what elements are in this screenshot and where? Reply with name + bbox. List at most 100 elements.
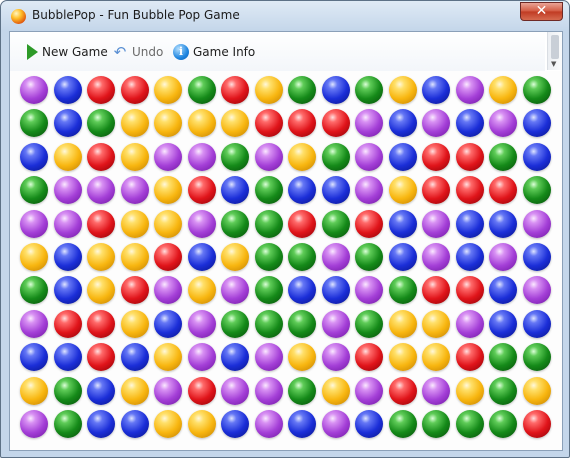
red-bubble[interactable] [288, 109, 316, 138]
purple-bubble[interactable] [53, 209, 82, 238]
blue-bubble[interactable] [455, 109, 484, 138]
purple-bubble[interactable] [187, 309, 216, 338]
yellow-bubble[interactable] [388, 176, 417, 205]
green-bubble[interactable] [254, 176, 283, 205]
purple-bubble[interactable] [254, 376, 283, 405]
blue-bubble[interactable] [20, 343, 48, 372]
blue-bubble[interactable] [388, 109, 417, 138]
blue-bubble[interactable] [522, 243, 551, 271]
blue-bubble[interactable] [120, 343, 149, 372]
purple-bubble[interactable] [20, 309, 48, 338]
red-bubble[interactable] [87, 309, 115, 338]
blue-bubble[interactable] [288, 276, 316, 305]
green-bubble[interactable] [388, 276, 417, 305]
purple-bubble[interactable] [422, 209, 450, 238]
title-bar[interactable]: BubblePop - Fun Bubble Pop Game ✕ [1, 1, 569, 31]
blue-bubble[interactable] [522, 142, 551, 171]
red-bubble[interactable] [154, 243, 182, 271]
red-bubble[interactable] [120, 276, 149, 305]
green-bubble[interactable] [321, 209, 350, 238]
blue-bubble[interactable] [522, 109, 551, 138]
red-bubble[interactable] [187, 176, 216, 205]
purple-bubble[interactable] [154, 142, 182, 171]
purple-bubble[interactable] [422, 376, 450, 405]
blue-bubble[interactable] [53, 243, 82, 271]
blue-bubble[interactable] [388, 142, 417, 171]
purple-bubble[interactable] [87, 176, 115, 205]
purple-bubble[interactable] [154, 276, 182, 305]
blue-bubble[interactable] [288, 410, 316, 438]
purple-bubble[interactable] [20, 76, 48, 104]
blue-bubble[interactable] [321, 76, 350, 104]
yellow-bubble[interactable] [20, 243, 48, 271]
purple-bubble[interactable] [355, 376, 383, 405]
green-bubble[interactable] [53, 376, 82, 405]
purple-bubble[interactable] [455, 76, 484, 104]
blue-bubble[interactable] [53, 109, 82, 138]
blue-bubble[interactable] [489, 209, 517, 238]
blue-bubble[interactable] [154, 309, 182, 338]
purple-bubble[interactable] [187, 142, 216, 171]
blue-bubble[interactable] [20, 142, 48, 171]
purple-bubble[interactable] [489, 109, 517, 138]
yellow-bubble[interactable] [120, 243, 149, 271]
green-bubble[interactable] [288, 76, 316, 104]
purple-bubble[interactable] [422, 243, 450, 271]
purple-bubble[interactable] [221, 276, 249, 305]
blue-bubble[interactable] [221, 343, 249, 372]
purple-bubble[interactable] [489, 243, 517, 271]
yellow-bubble[interactable] [221, 243, 249, 271]
green-bubble[interactable] [20, 276, 48, 305]
game-info-button[interactable]: i Game Info [173, 41, 255, 63]
green-bubble[interactable] [522, 76, 551, 104]
green-bubble[interactable] [489, 376, 517, 405]
green-bubble[interactable] [221, 309, 249, 338]
yellow-bubble[interactable] [422, 343, 450, 372]
green-bubble[interactable] [522, 176, 551, 205]
red-bubble[interactable] [455, 343, 484, 372]
green-bubble[interactable] [254, 243, 283, 271]
yellow-bubble[interactable] [455, 376, 484, 405]
blue-bubble[interactable] [489, 309, 517, 338]
red-bubble[interactable] [87, 209, 115, 238]
blue-bubble[interactable] [87, 376, 115, 405]
blue-bubble[interactable] [221, 410, 249, 438]
green-bubble[interactable] [355, 76, 383, 104]
green-bubble[interactable] [187, 76, 216, 104]
green-bubble[interactable] [489, 410, 517, 438]
toolbar-scrollbar[interactable]: ▼ [547, 32, 562, 70]
yellow-bubble[interactable] [154, 76, 182, 104]
yellow-bubble[interactable] [388, 309, 417, 338]
red-bubble[interactable] [87, 343, 115, 372]
blue-bubble[interactable] [489, 276, 517, 305]
yellow-bubble[interactable] [87, 276, 115, 305]
red-bubble[interactable] [489, 176, 517, 205]
blue-bubble[interactable] [53, 343, 82, 372]
purple-bubble[interactable] [355, 176, 383, 205]
red-bubble[interactable] [422, 276, 450, 305]
green-bubble[interactable] [87, 109, 115, 138]
purple-bubble[interactable] [422, 109, 450, 138]
green-bubble[interactable] [221, 142, 249, 171]
blue-bubble[interactable] [455, 209, 484, 238]
blue-bubble[interactable] [187, 243, 216, 271]
green-bubble[interactable] [522, 343, 551, 372]
yellow-bubble[interactable] [522, 376, 551, 405]
yellow-bubble[interactable] [187, 276, 216, 305]
purple-bubble[interactable] [522, 276, 551, 305]
blue-bubble[interactable] [522, 309, 551, 338]
green-bubble[interactable] [489, 142, 517, 171]
red-bubble[interactable] [221, 76, 249, 104]
yellow-bubble[interactable] [53, 142, 82, 171]
red-bubble[interactable] [254, 109, 283, 138]
red-bubble[interactable] [87, 142, 115, 171]
green-bubble[interactable] [321, 142, 350, 171]
blue-bubble[interactable] [120, 410, 149, 438]
red-bubble[interactable] [422, 142, 450, 171]
green-bubble[interactable] [20, 176, 48, 205]
blue-bubble[interactable] [355, 410, 383, 438]
yellow-bubble[interactable] [221, 109, 249, 138]
blue-bubble[interactable] [321, 176, 350, 205]
yellow-bubble[interactable] [254, 76, 283, 104]
close-button[interactable]: ✕ [520, 2, 563, 21]
